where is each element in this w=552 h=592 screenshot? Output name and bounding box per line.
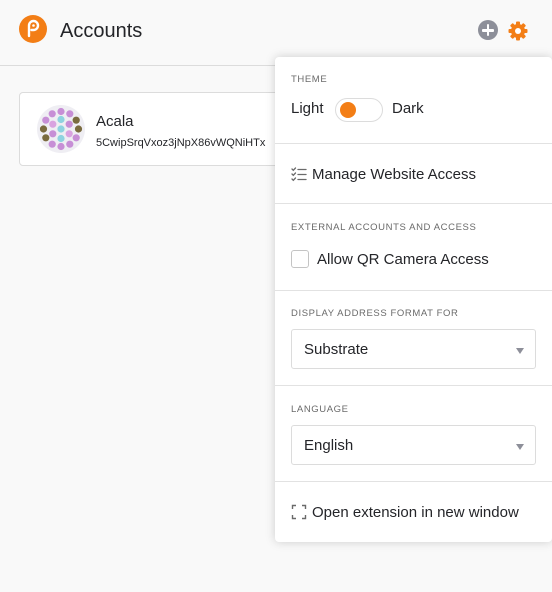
chevron-down-icon bbox=[516, 348, 524, 354]
address-format-value: Substrate bbox=[304, 341, 369, 358]
expand-icon bbox=[291, 504, 307, 520]
account-card[interactable]: Acala 5CwipSrqVxoz3jNpX86vWQNiHTx bbox=[19, 92, 319, 166]
address-format-select[interactable]: Substrate bbox=[291, 329, 536, 369]
address-format-title: DISPLAY ADDRESS FORMAT FOR bbox=[291, 308, 459, 319]
theme-dark-label: Dark bbox=[392, 100, 424, 117]
account-address[interactable]: 5CwipSrqVxoz3jNpX86vWQNiHTx bbox=[96, 137, 276, 149]
checklist-icon bbox=[291, 166, 307, 182]
language-title: LANGUAGE bbox=[291, 404, 349, 415]
settings-menu: THEME Light Dark Manage Website Access E… bbox=[275, 57, 552, 542]
open-extension-new-window-link[interactable]: Open extension in new window bbox=[291, 501, 519, 523]
manage-access-section: Manage Website Access bbox=[275, 144, 552, 204]
page-title: Accounts bbox=[60, 20, 143, 42]
theme-section: THEME Light Dark bbox=[275, 57, 552, 144]
theme-light-label: Light bbox=[291, 100, 324, 117]
theme-toggle[interactable] bbox=[335, 98, 383, 122]
account-name: Acala bbox=[96, 113, 134, 130]
allow-qr-checkbox[interactable] bbox=[291, 250, 309, 268]
chevron-down-icon bbox=[516, 444, 524, 450]
polkadot-logo-icon bbox=[19, 15, 47, 43]
open-extension-label: Open extension in new window bbox=[312, 503, 519, 521]
language-section: LANGUAGE English bbox=[275, 386, 552, 482]
manage-website-access-label: Manage Website Access bbox=[312, 165, 476, 183]
allow-qr-camera-access[interactable]: Allow QR Camera Access bbox=[291, 248, 489, 270]
external-accounts-section: EXTERNAL ACCOUNTS AND ACCESS Allow QR Ca… bbox=[275, 204, 552, 291]
manage-website-access-link[interactable]: Manage Website Access bbox=[291, 163, 476, 185]
theme-title: THEME bbox=[291, 74, 328, 85]
theme-toggle-knob bbox=[340, 102, 356, 118]
identicon-icon[interactable] bbox=[37, 105, 85, 153]
language-select[interactable]: English bbox=[291, 425, 536, 465]
add-account-button[interactable] bbox=[478, 20, 498, 40]
gear-icon[interactable] bbox=[507, 20, 529, 42]
address-format-section: DISPLAY ADDRESS FORMAT FOR Substrate bbox=[275, 291, 552, 386]
language-value: English bbox=[304, 437, 354, 454]
external-accounts-title: EXTERNAL ACCOUNTS AND ACCESS bbox=[291, 222, 477, 233]
allow-qr-label: Allow QR Camera Access bbox=[317, 250, 489, 268]
